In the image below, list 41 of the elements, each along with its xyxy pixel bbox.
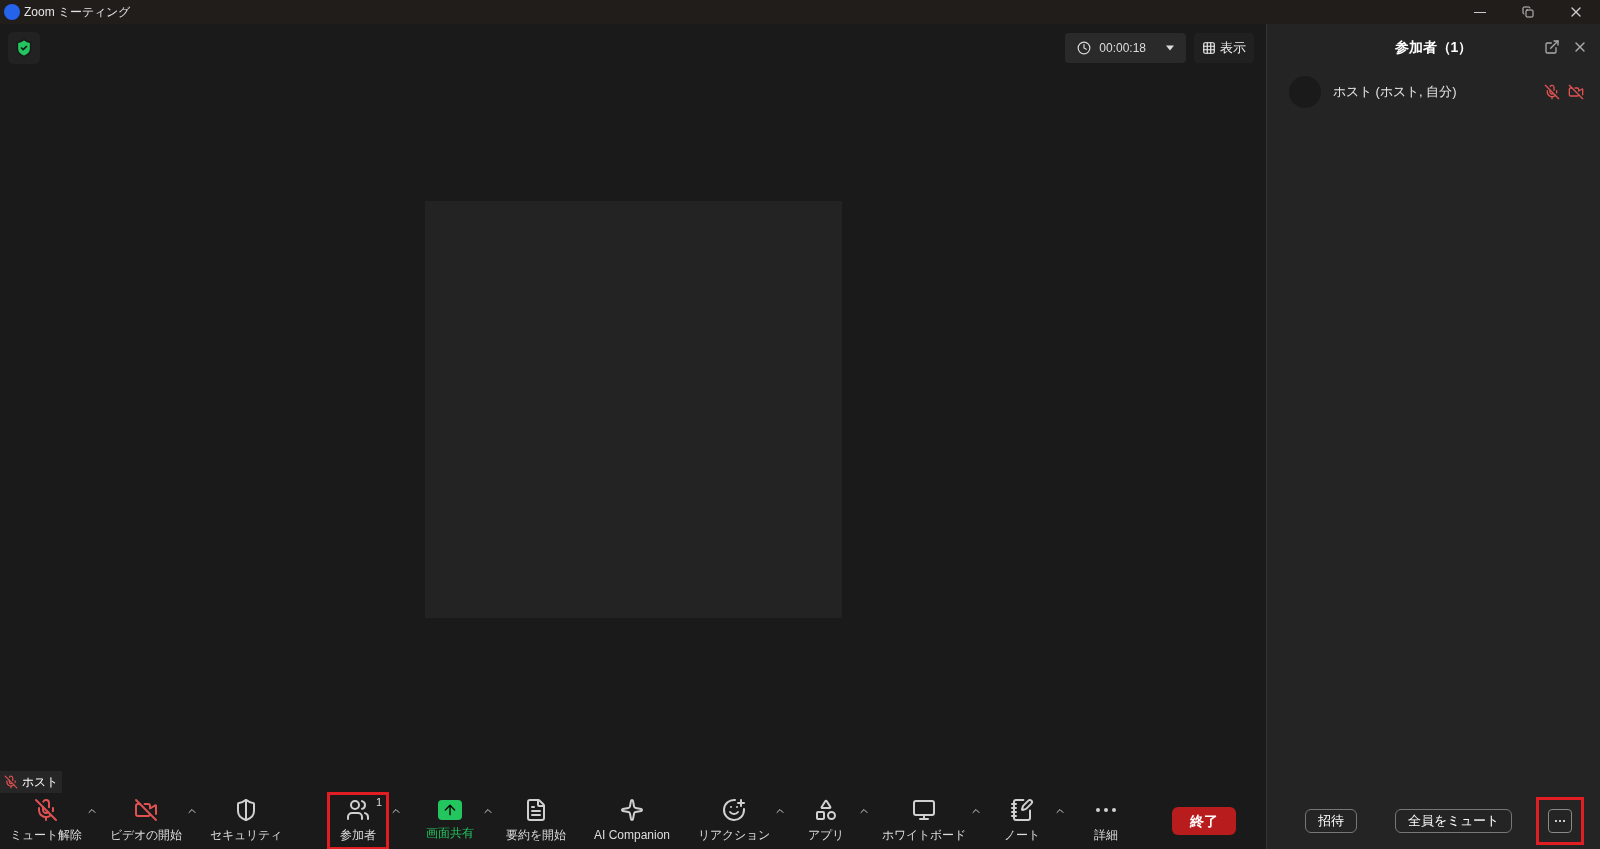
more-options-button[interactable]	[1536, 797, 1584, 845]
toolbar-button[interactable]: 詳細	[1076, 793, 1137, 849]
app-logo-icon	[4, 4, 20, 20]
restore-icon	[1522, 6, 1534, 18]
clock-icon	[1077, 41, 1092, 55]
toolbar-button[interactable]: セキュリティ	[208, 793, 284, 849]
toolbar-button[interactable]: ノート	[992, 793, 1053, 849]
panel-title: 参加者（1）	[1394, 37, 1473, 57]
toolbar-button[interactable]: ミュート解除	[8, 793, 84, 849]
toolbar-button[interactable]: 画面共有	[420, 793, 480, 849]
grid-icon	[1202, 41, 1216, 55]
whiteboard-icon	[912, 798, 937, 822]
pop-out-button[interactable]	[1544, 39, 1560, 55]
sparkle-icon	[620, 798, 644, 822]
smiley-icon	[722, 798, 747, 822]
toolbar-button[interactable]: AI Companion	[592, 793, 673, 849]
shield-icon	[234, 798, 258, 822]
timer-button[interactable]: 00:00:18	[1065, 33, 1186, 63]
minimize-icon	[1474, 11, 1486, 13]
share-screen-icon	[438, 800, 462, 820]
toolbar-button[interactable]: リアクション	[696, 793, 773, 849]
end-button[interactable]: 終了	[1172, 807, 1236, 835]
toolbar-button[interactable]: ホワイトボード	[880, 793, 969, 849]
more-icon	[1096, 808, 1117, 812]
dropdown-caret-icon	[1166, 45, 1174, 51]
people-icon	[346, 798, 370, 822]
notebook-icon	[1010, 798, 1035, 822]
toolbar-button[interactable]: アプリ	[796, 793, 857, 849]
panel-button[interactable]: 全員をミュート	[1395, 809, 1512, 833]
toolbar-button[interactable]: 要約を開始	[504, 793, 568, 849]
participant-name: ホスト (ホスト, 自分)	[1333, 83, 1457, 102]
name-label: ホスト	[22, 774, 58, 791]
security-status-icon[interactable]	[8, 32, 40, 64]
document-icon	[524, 798, 548, 822]
toolbar-button[interactable]: 1 参加者	[328, 793, 388, 849]
apps-icon	[814, 798, 839, 822]
view-button[interactable]: 表示	[1194, 33, 1254, 63]
toolbar-button[interactable]: ビデオの開始	[108, 793, 184, 849]
count-label: 1	[376, 795, 383, 810]
panel-button[interactable]: 招待	[1305, 809, 1357, 833]
window-title: Zoom ミーティング	[24, 4, 130, 21]
